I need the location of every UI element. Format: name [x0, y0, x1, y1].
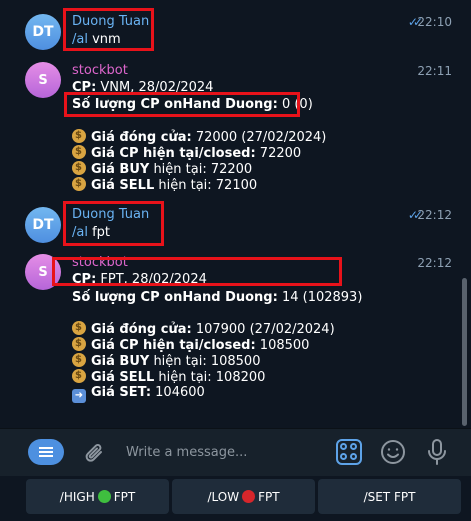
money-bag-icon [72, 176, 86, 192]
price-label: Giá đóng cửa: [91, 322, 192, 337]
low-fpt-button[interactable]: /LOW FPT [172, 479, 315, 514]
price-line: Giá BUY hiện tại: 72200 [72, 160, 253, 178]
price-value: 104600 [151, 385, 205, 400]
avatar[interactable]: DT [25, 207, 61, 243]
price-label: Giá CP hiện tại/closed: [91, 338, 256, 353]
onhand-line: Số lượng CP onHand Duong: 14 (102893) [72, 290, 362, 306]
onhand-value: 14 (102893) [277, 290, 363, 305]
sender-name[interactable]: stockbot [72, 63, 128, 79]
money-bag-icon [72, 368, 86, 384]
money-bag-icon [72, 336, 86, 352]
highlight-box [63, 201, 164, 246]
price-label: Giá CP hiện tại/closed: [91, 146, 256, 161]
message-time: 22:11 [417, 64, 452, 78]
money-bag-icon [72, 144, 86, 160]
money-bag-icon [72, 320, 86, 336]
bot-menu-button[interactable] [28, 439, 64, 465]
attach-icon[interactable] [84, 441, 106, 469]
button-suffix: FPT [113, 489, 136, 504]
money-bag-icon [72, 352, 86, 368]
highlight-box [64, 92, 300, 117]
money-bag-icon [72, 128, 86, 144]
price-line: ➜ Giá SET: 104600 [72, 385, 205, 403]
message-input[interactable]: Write a message... [126, 445, 247, 460]
button-label: /HIGH [59, 489, 95, 504]
price-value: hiện tại: 72200 [149, 162, 253, 177]
money-bag-icon [72, 160, 86, 176]
price-label: Giá BUY [91, 162, 150, 177]
menu-icon [39, 447, 53, 457]
chat-history[interactable]: DT Duong Tuan ✓✓ 22:10 /al vnm S stockbo… [0, 0, 460, 428]
button-suffix: FPT [258, 489, 280, 504]
onhand-label: Số lượng CP onHand Duong: [72, 290, 278, 305]
avatar[interactable]: DT [25, 14, 61, 50]
message-input-bar: Write a message... [0, 428, 471, 476]
green-circle-icon [97, 490, 111, 503]
chat-scrollbar[interactable] [462, 278, 467, 426]
message-time: 22:10 [417, 15, 452, 29]
message-time: 22:12 [417, 256, 452, 270]
avatar[interactable]: S [25, 62, 61, 98]
price-line: Giá CP hiện tại/closed: 108500 [72, 336, 310, 354]
price-value: 72200 [255, 146, 302, 161]
emoji-icon[interactable] [380, 439, 406, 469]
price-label: Giá BUY [91, 354, 150, 369]
bot-keyboard-icon[interactable] [336, 439, 362, 465]
right-arrow-icon: ➜ [72, 389, 86, 403]
price-line: Giá đóng cửa: 107900 (27/02/2024) [72, 320, 335, 338]
button-label: /SET FPT [363, 489, 416, 504]
price-line: Giá đóng cửa: 72000 (27/02/2024) [72, 128, 327, 146]
price-value: 108500 [255, 338, 310, 353]
message-time: 22:12 [417, 208, 452, 222]
highlight-box [52, 257, 342, 286]
price-line: Giá SELL hiện tại: 72100 [72, 176, 258, 194]
price-label: Giá SELL [91, 370, 155, 385]
price-value: 72000 (27/02/2024) [191, 130, 327, 145]
price-line: Giá BUY hiện tại: 108500 [72, 352, 261, 370]
highlight-box [63, 8, 154, 51]
red-circle-icon [242, 490, 256, 503]
bot-keyboard: /HIGH FPT /LOW FPT /SET FPT [0, 476, 471, 521]
price-line: Giá SELL hiện tại: 108200 [72, 368, 266, 386]
button-label: /LOW [207, 489, 240, 504]
price-value: hiện tại: 108200 [154, 370, 266, 385]
price-label: Giá SELL [91, 178, 155, 193]
price-value: hiện tại: 108500 [149, 354, 261, 369]
price-value: 107900 (27/02/2024) [191, 322, 335, 337]
price-label: Giá SET: [91, 385, 152, 400]
price-value: hiện tại: 72100 [154, 178, 258, 193]
microphone-icon[interactable] [427, 438, 447, 470]
high-fpt-button[interactable]: /HIGH FPT [26, 479, 169, 514]
price-label: Giá đóng cửa: [91, 130, 192, 145]
price-line: Giá CP hiện tại/closed: 72200 [72, 144, 302, 162]
set-fpt-button[interactable]: /SET FPT [318, 479, 461, 514]
